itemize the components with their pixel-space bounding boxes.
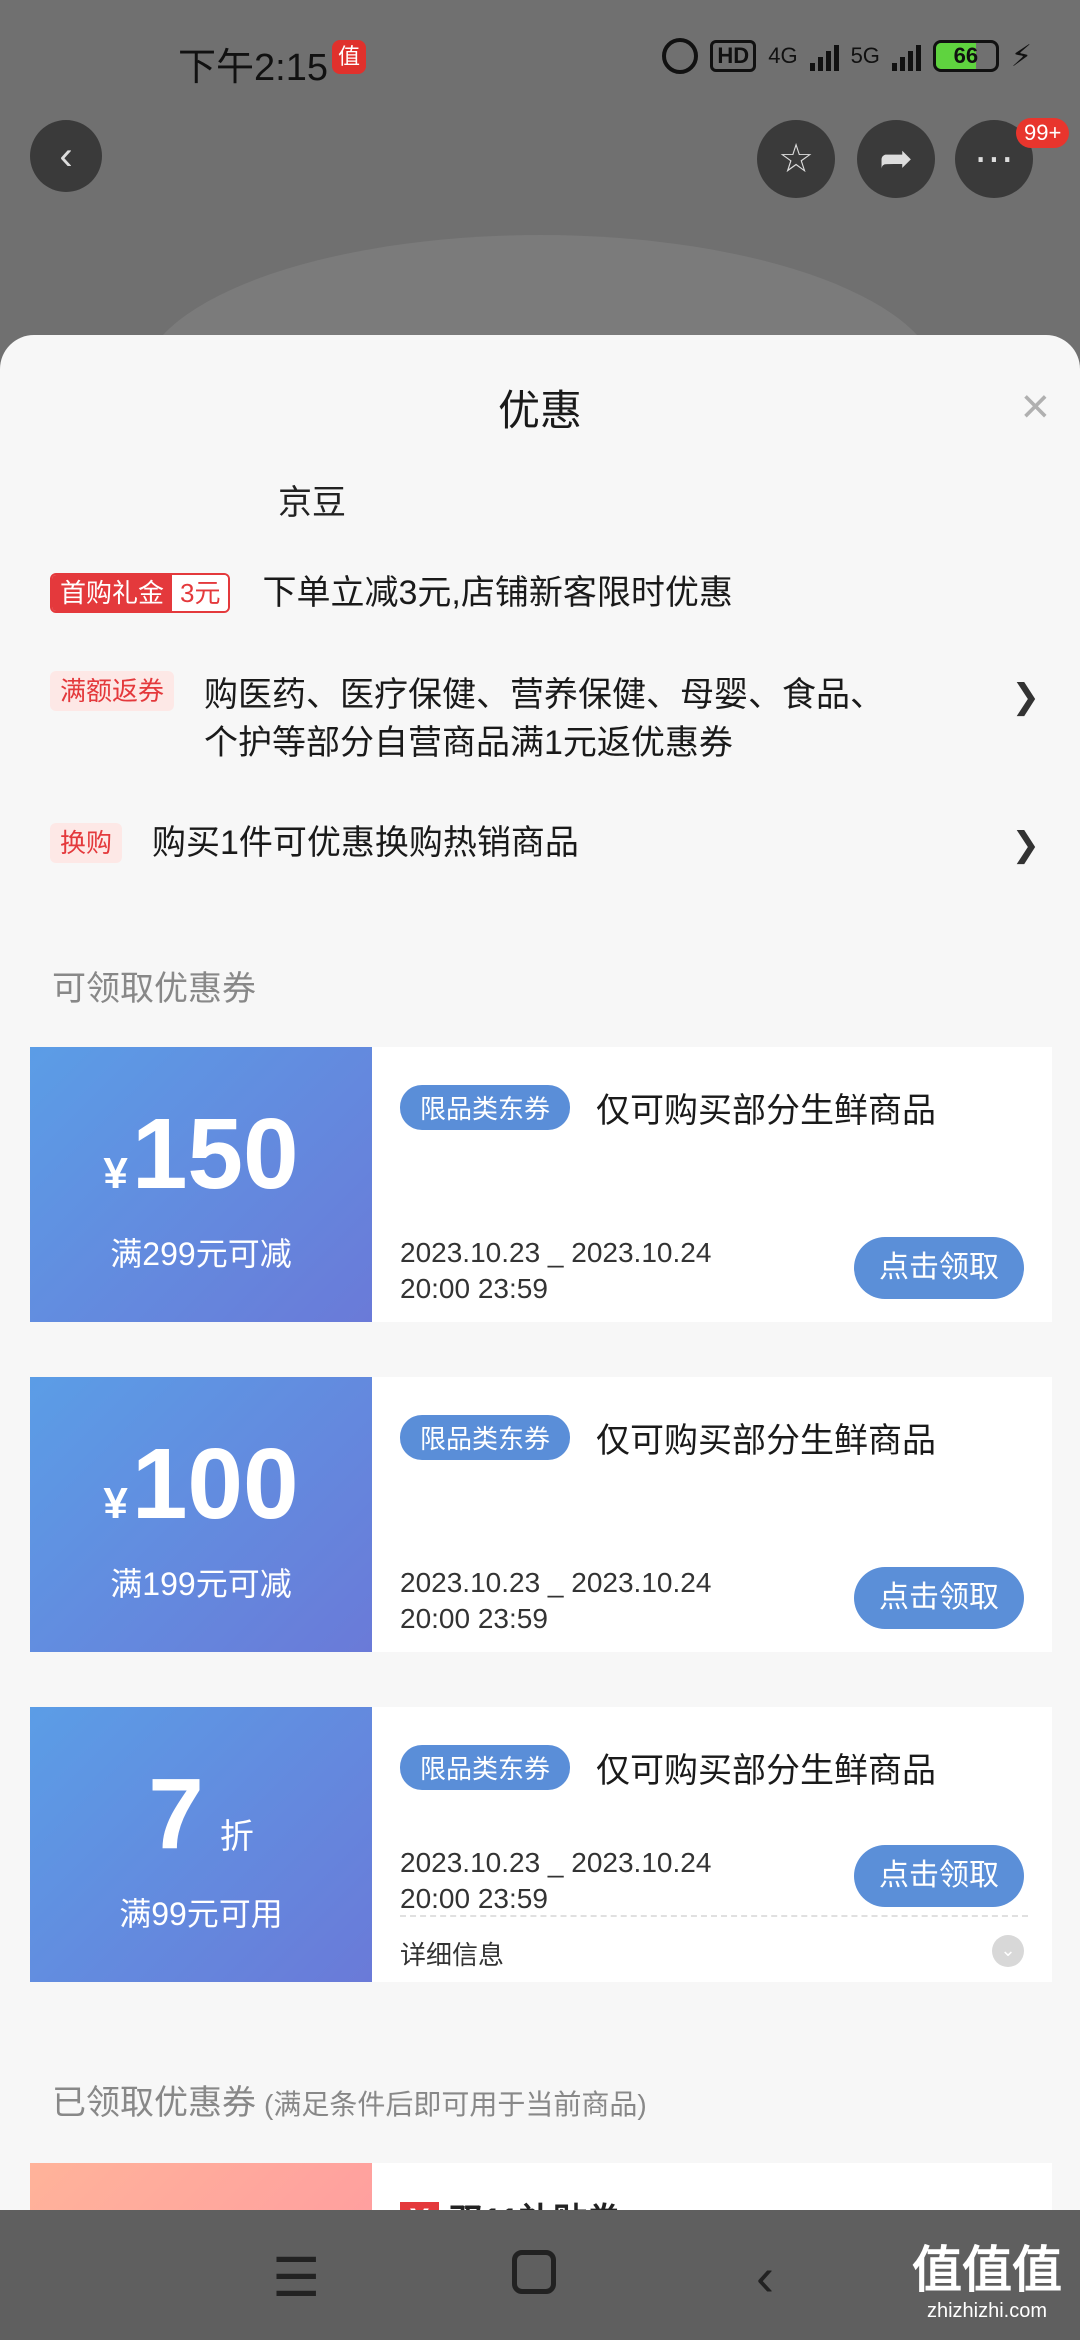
coupon-card: ¥150 满299元可减 限品类东券 仅可购买部分生鲜商品 2023.10.23… (24, 1047, 1052, 1322)
close-icon: × (1020, 378, 1050, 434)
coupon-value-panel: ¥150 满299元可减 (24, 1047, 372, 1322)
watermark-url: zhizhizhi.com (926, 2300, 1048, 2322)
claimed-note: (满足条件后即可用于当前商品) (264, 2089, 647, 2120)
first-purchase-tag: 首购礼金 3元 (50, 573, 231, 613)
coupon-condition: 满199元可减 (110, 1566, 292, 1602)
tag-label: 首购礼金 (52, 575, 173, 611)
coupon-amount: ¥100 (30, 1427, 372, 1542)
coupon-condition: 满299元可减 (110, 1236, 292, 1272)
chevron-right-icon[interactable]: ❯ (1012, 677, 1041, 717)
network-4g-label: 4G (768, 43, 798, 68)
detail-info-toggle[interactable]: 详细信息 (400, 1935, 504, 1972)
discount-value: 7 (148, 1758, 204, 1870)
claimed-title-text: 已领取优惠券 (52, 2084, 256, 2122)
hd-icon: HD (710, 40, 757, 72)
promo-return-coupon[interactable]: 满额返券 购医药、医疗保健、营养保健、母婴、食品、 个护等部分自营商品满1元返优… (50, 671, 884, 767)
claim-coupon-button[interactable]: 点击领取 (854, 1845, 1024, 1907)
promo-text-line1: 购医药、医疗保健、营养保健、母婴、食品、 (204, 676, 885, 714)
coupon-category-tag: 限品类东券 (400, 1085, 571, 1130)
coupon-validity: 2023.10.23 _ 2023.10.24 20:00 23:59 (400, 1565, 711, 1637)
battery-level: 66 (953, 43, 979, 68)
claim-coupon-button[interactable]: 点击领取 (854, 1567, 1024, 1629)
star-icon: ☆ (778, 137, 814, 181)
promo-text: 购医药、医疗保健、营养保健、母婴、食品、 个护等部分自营商品满1元返优惠券 (204, 671, 884, 767)
coupon-validity: 2023.10.23 _ 2023.10.24 20:00 23:59 (400, 1235, 711, 1307)
close-button[interactable]: × (1021, 381, 1050, 431)
watermark: 值值值 zhizhizhi.com (912, 2245, 1062, 2321)
watermark-logo: 值值值 (912, 2242, 1062, 2298)
divider (400, 1915, 1028, 1917)
status-bar: 下午2:15 值 HD 4G 5G 66 ⚡ (0, 0, 1080, 120)
home-icon[interactable] (512, 2250, 556, 2294)
promo-text-line2: 个护等部分自营商品满1元返优惠券 (204, 724, 733, 762)
discount-unit: 折 (219, 1818, 254, 1856)
coupon-category-tag: 限品类东券 (400, 1415, 571, 1460)
promo-first-purchase: 首购礼金 3元 下单立减3元,店铺新客限时优惠 (50, 573, 733, 613)
coupon-amount: ¥150 (30, 1097, 372, 1212)
back-button[interactable]: ‹ (30, 120, 102, 192)
signal-icon-2 (891, 41, 921, 71)
amount-value: 150 (131, 1098, 299, 1210)
promo-text: 购买1件可优惠换购热销商品 (152, 824, 579, 862)
currency-symbol: ¥ (103, 1479, 128, 1528)
promotion-sheet: 优惠 × 京豆 首购礼金 3元 下单立减3元,店铺新客限时优惠 满额返券 购医药… (0, 335, 1080, 2210)
chevron-right-icon[interactable]: ❯ (1012, 825, 1041, 865)
jingdou-label: 京豆 (278, 484, 346, 522)
coupon-value-panel: 7折 满99元可用 (24, 1707, 372, 1982)
coupon-description: 仅可购买部分生鲜商品 (596, 1422, 936, 1460)
coupon-category-tag: 限品类东券 (400, 1745, 571, 1790)
available-coupons-title: 可领取优惠券 (52, 970, 256, 1008)
claimed-coupon-value-panel (30, 2163, 372, 2210)
promo-exchange[interactable]: 换购 购买1件可优惠换购热销商品 (50, 823, 579, 863)
coupon-description: 仅可购买部分生鲜商品 (596, 1092, 936, 1130)
claim-coupon-button[interactable]: 点击领取 (854, 1237, 1024, 1299)
validity-times: 20:00 23:59 (400, 1273, 548, 1304)
exchange-tag: 换购 (50, 823, 123, 863)
coupon-amount: 7折 (30, 1757, 372, 1872)
status-icons: HD 4G 5G 66 ⚡ (662, 38, 1032, 74)
claimed-coupon-card: ¥ 双11补贴券 (30, 2163, 1052, 2210)
validity-dates: 2023.10.23 _ 2023.10.24 (400, 1237, 712, 1268)
share-button[interactable]: ➦ (857, 120, 935, 198)
favorite-button[interactable]: ☆ (757, 120, 835, 198)
message-count-badge: 99+ (1016, 118, 1070, 148)
status-time: 下午2:15 (178, 47, 328, 89)
more-icon: ⋯ (974, 137, 1014, 181)
chevron-down-icon[interactable]: ⌄ (992, 1935, 1024, 1967)
promo-text: 下单立减3元,店铺新客限时优惠 (262, 574, 733, 612)
app-notification-icon: 值 (332, 40, 366, 74)
back-icon[interactable]: ‹ (756, 2246, 774, 2308)
charging-icon: ⚡ (1010, 39, 1032, 73)
coupon-validity: 2023.10.23 _ 2023.10.24 20:00 23:59 (400, 1845, 711, 1917)
chevron-left-icon: ‹ (59, 133, 73, 178)
alarm-icon (662, 38, 699, 74)
return-coupon-tag: 满额返券 (50, 671, 175, 711)
coupon-card: ¥100 满199元可减 限品类东券 仅可购买部分生鲜商品 2023.10.23… (24, 1377, 1052, 1652)
sheet-title: 优惠 (497, 387, 582, 434)
tag-value: 3元 (172, 575, 229, 611)
coupon-card: 7折 满99元可用 限品类东券 仅可购买部分生鲜商品 2023.10.23 _ … (24, 1707, 1052, 1982)
yen-mark: ¥ (400, 2202, 439, 2210)
claimed-coupon-text: 双11补贴券 (449, 2202, 621, 2210)
amount-value: 100 (131, 1428, 299, 1540)
validity-times: 20:00 23:59 (400, 1603, 548, 1634)
validity-dates: 2023.10.23 _ 2023.10.24 (400, 1847, 712, 1878)
validity-times: 20:00 23:59 (400, 1883, 548, 1914)
validity-dates: 2023.10.23 _ 2023.10.24 (400, 1567, 712, 1598)
signal-icon (809, 41, 839, 71)
network-5g-label: 5G (850, 43, 880, 68)
coupon-condition: 满99元可用 (119, 1896, 283, 1932)
coupon-value-panel: ¥100 满199元可减 (24, 1377, 372, 1652)
claimed-coupon-title: ¥ 双11补贴券 (400, 2193, 621, 2210)
battery-icon: 66 (932, 40, 999, 72)
claimed-coupons-title: 已领取优惠券 (满足条件后即可用于当前商品) (52, 2075, 647, 2124)
coupon-description: 仅可购买部分生鲜商品 (596, 1752, 936, 1790)
currency-symbol: ¥ (103, 1149, 128, 1198)
share-icon: ➦ (879, 137, 913, 181)
menu-icon[interactable]: ☰ (272, 2246, 320, 2309)
